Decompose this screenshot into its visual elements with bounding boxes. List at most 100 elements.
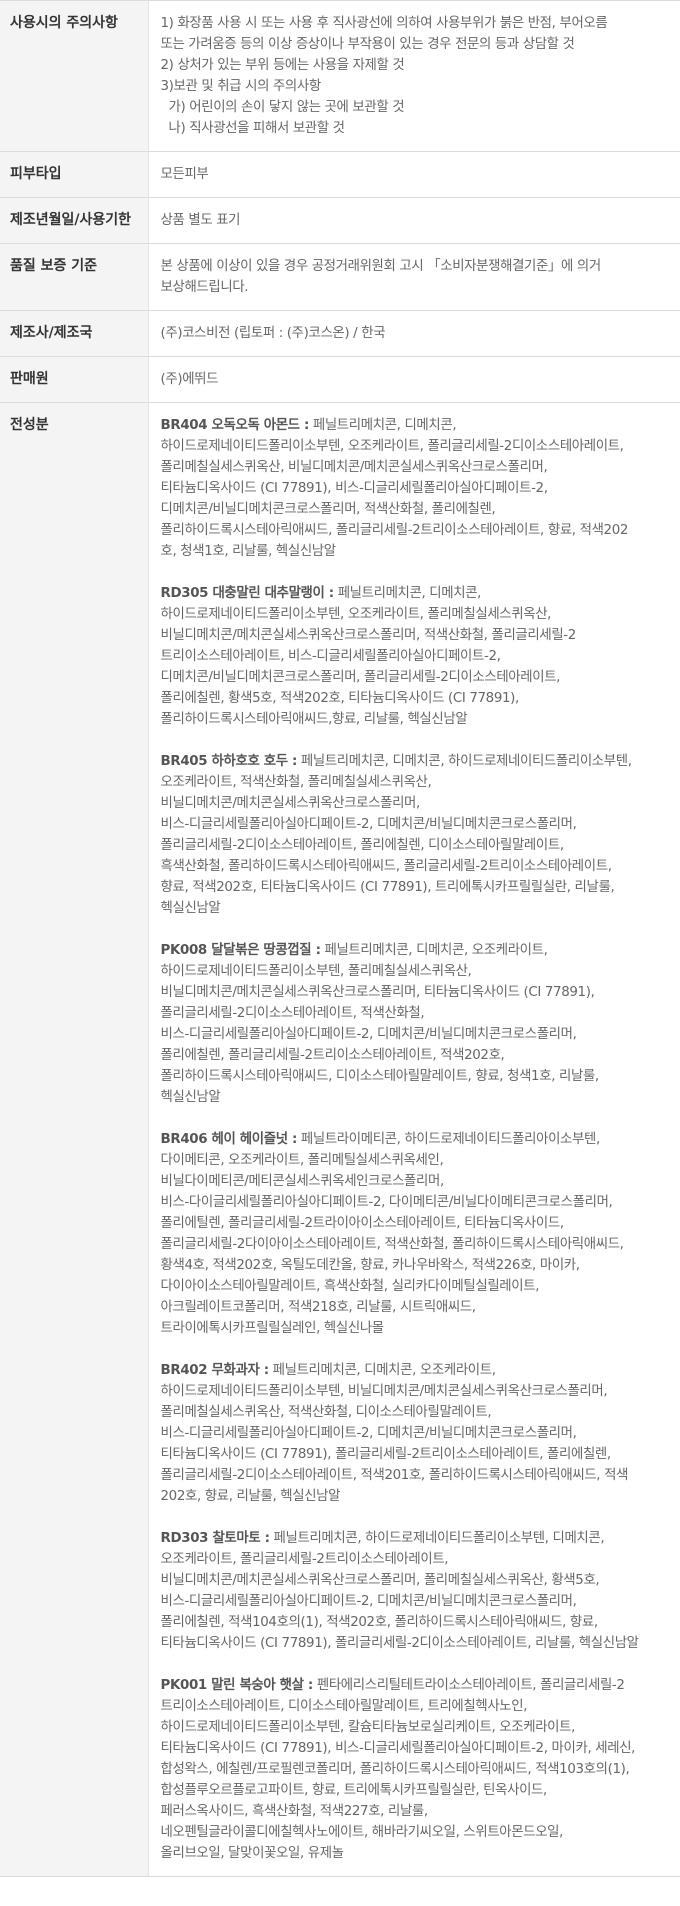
ingredient-line: 폴리하이드록시스테아릭애씨드, 디이소스테아릴말레이트, 향료, 청색1호, 리…	[160, 1069, 600, 1084]
ingredient-line: RD303 찰토마토 : 페닐트리메치콘, 하이드로제네이티드폴리이소부텐, 디…	[161, 1528, 671, 1549]
ingredient-line: 네오펜틸글라이콜디에칠헥사노에이트, 해바라기씨오일, 스위트아몬드오일,	[160, 1825, 564, 1840]
ingredient-line: 트라이에톡시카프릴릴실레인, 헥실신나몰	[160, 1321, 385, 1336]
ingredient-line: 폴리글리세릴-2디이소스테아레이트, 적색201호, 폴리하이드록시스테아릭애씨…	[160, 1468, 629, 1483]
product-name: RD305 대충말린 대추말랭이 :	[160, 586, 335, 601]
caution-line: 3)보관 및 취급 시의 주의사항	[160, 79, 322, 94]
ingredient-line: 디메치콘/비닐디메치콘크로스폴리머, 적색산화철, 폴리에칠렌,	[160, 502, 496, 517]
ingredient-line: 폴리메칠실세스퀴옥산, 적색산화철, 디이소스테아릴말레이트,	[160, 1405, 492, 1420]
ingredient-line: 합성왁스, 에칠렌/프로필렌코폴리머, 폴리하이드록시스테아릭애씨드, 적색10…	[160, 1762, 630, 1777]
value-skin-type: 모든피부	[147, 151, 680, 198]
ingredient-text: 페닐트리메치콘, 디메치콘,	[333, 586, 482, 601]
ingredient-product: BR404 오독오독 아몬드 : 페닐트리메치콘, 디메치콘, 하이드로제네이티드…	[161, 415, 671, 562]
label-manufacturer: 제조사/제조국	[0, 310, 148, 357]
ingredient-text: 페닐트리메치콘, 디메치콘, 오조케라이트,	[268, 1363, 496, 1378]
product-name: BR405 하하호호 호두 :	[160, 754, 298, 769]
ingredient-line: 폴리메칠실세스퀴옥산, 비닐디메치콘/메치콘실세스퀴옥산크로스폴리머,	[160, 460, 548, 475]
product-name: BR406 헤이 헤이즐넛 :	[160, 1132, 298, 1147]
ingredient-text: 페닐트리메치콘, 디메치콘,	[308, 418, 457, 433]
ingredient-line: 폴리글리세릴-2디이소스테아레이트, 적색산화철,	[160, 1006, 425, 1021]
ingredient-line: BR405 하하호호 호두 : 페닐트리메치콘, 디메치콘, 하이드로제네이티드…	[161, 751, 671, 772]
product-name: PK008 달달볶은 땅콩껍질 :	[160, 943, 321, 958]
value-manufacturer: (주)코스비전 (립토퍼 : (주)코스온) / 한국	[147, 310, 680, 357]
ingredient-line: 트리이소스테아레이트, 비스-디글리세릴폴리아실아디페이트-2,	[160, 649, 501, 664]
row-manufacturer: 제조사/제조국 (주)코스비전 (립토퍼 : (주)코스온) / 한국	[0, 310, 680, 357]
ingredient-line: 비닐디메치콘/메치콘실세스퀴옥산크로스폴리머, 폴리메칠실세스퀴옥산, 황색5호…	[160, 1573, 600, 1588]
ingredient-line: 폴리에칠렌, 폴리글리세릴-2트리이소스테아레이트, 적색202호,	[160, 1048, 505, 1063]
ingredient-line: 트리이소스테아레이트, 디이소스테아릴말레이트, 트리에칠헥사노인,	[160, 1699, 528, 1714]
ingredient-product: BR402 무화과자 : 페닐트리메치콘, 디메치콘, 오조케라이트, 하이드로제…	[161, 1360, 671, 1507]
ingredient-line: RD305 대충말린 대추말랭이 : 페닐트리메치콘, 디메치콘,	[161, 583, 671, 604]
ingredient-line: 비닐디메치콘/메치콘실세스퀴옥산크로스폴리머,	[160, 796, 421, 811]
label-usage-caution: 사용시의 주의사항	[0, 0, 148, 152]
value-seller: (주)에뛰드	[147, 356, 680, 403]
row-ingredients: 전성분 BR404 오독오독 아몬드 : 페닐트리메치콘, 디메치콘, 하이드로제…	[0, 402, 680, 1877]
ingredient-line: 202호, 향료, 리날룰, 헥실신남알	[160, 1489, 341, 1504]
value-usage-caution: 1) 화장품 사용 시 또는 사용 후 직사광선에 의하여 사용부위가 붉은 반…	[147, 0, 680, 152]
ingredient-line: 티타늄디옥사이드 (CI 77891), 폴리글리세릴-2디이소스테아레이트, …	[160, 1636, 640, 1651]
ingredient-line: 헥실신남알	[160, 901, 221, 916]
caution-line: 가) 어린이의 손이 닿지 않는 곳에 보관할 것	[168, 100, 405, 115]
ingredient-line: 하이드로제네이티드폴리이소부텐, 오조케라이트, 폴리글리세릴-2디이소스테아레…	[160, 439, 624, 454]
label-ingredients: 전성분	[0, 402, 148, 1877]
ingredient-line: 하이드로제네이티드폴리이소부텐, 오조케라이트, 폴리메칠실세스퀴옥산,	[160, 607, 552, 622]
ingredient-line: 비스-디글리세릴폴리아실아디페이트-2, 디메치콘/비닐디메치콘크로스폴리머,	[160, 1594, 577, 1609]
ingredient-line: 폴리하이드록시스테아릭애씨드,향료, 리날룰, 헥실신남알	[160, 712, 468, 727]
quality-line: 본 상품에 이상이 있을 경우 공정거래위원회 고시 「소비자분쟁해결기준」에 …	[160, 259, 602, 274]
value-ingredients: BR404 오독오독 아몬드 : 페닐트리메치콘, 디메치콘, 하이드로제네이티드…	[147, 402, 680, 1877]
ingredient-line: PK008 달달볶은 땅콩껍질 : 페닐트리메치콘, 디메치콘, 오조케라이트,	[161, 940, 671, 961]
ingredient-line: 비스-디글리세릴폴리아실아디페이트-2, 디메치콘/비닐디메치콘크로스폴리머,	[160, 1426, 577, 1441]
ingredient-line: 하이드로제네이티드폴리이소부텐, 비닐디메치콘/메치콘실세스퀴옥산크로스폴리머,	[160, 1384, 608, 1399]
ingredient-line: 페러스옥사이드, 흑색산화철, 적색227호, 리날룰,	[160, 1804, 429, 1819]
ingredient-line: BR406 헤이 헤이즐넛 : 페닐트라이메티콘, 하이드로제네이티드폴리아이소…	[161, 1129, 671, 1150]
ingredient-line: 헥실신남알	[160, 1090, 221, 1105]
ingredient-line: 오조케라이트, 폴리글리세릴-2트리이소스테아레이트,	[160, 1552, 449, 1567]
product-name: RD303 찰토마토 :	[160, 1531, 270, 1546]
ingredient-line: BR404 오독오독 아몬드 : 페닐트리메치콘, 디메치콘,	[161, 415, 671, 436]
ingredient-line: 다이아이소스테아릴말레이트, 흑색산화철, 실리카다이메틸실릴레이트,	[160, 1279, 540, 1294]
ingredient-line: 올리브오일, 달맞이꽃오일, 유제놀	[160, 1846, 345, 1861]
label-skin-type: 피부타입	[0, 151, 148, 198]
caution-line: 1) 화장품 사용 시 또는 사용 후 직사광선에 의하여 사용부위가 붉은 반…	[160, 16, 608, 31]
ingredient-line: 하이드로제네이티드폴리이소부텐, 칼슘티타늄보로실리케이트, 오조케라이트,	[160, 1720, 576, 1735]
ingredient-product: BR405 하하호호 호두 : 페닐트리메치콘, 디메치콘, 하이드로제네이티드…	[161, 751, 671, 919]
product-info-table: 사용시의 주의사항 1) 화장품 사용 시 또는 사용 후 직사광선에 의하여 …	[0, 0, 680, 1877]
ingredient-line: 흑색산화철, 폴리하이드록시스테아릭애씨드, 폴리글리세릴-2트리이소스테아레이…	[160, 859, 612, 874]
value-quality-standard: 본 상품에 이상이 있을 경우 공정거래위원회 고시 「소비자분쟁해결기준」에 …	[147, 243, 680, 311]
ingredient-line: 합성플루오르플로고파이트, 향료, 트리에톡시카프릴릴실란, 틴옥사이드,	[160, 1783, 548, 1798]
ingredient-line: BR402 무화과자 : 페닐트리메치콘, 디메치콘, 오조케라이트,	[161, 1360, 671, 1381]
row-manufacture-date: 제조년월일/사용기한 상품 별도 표기	[0, 197, 680, 244]
row-seller: 판매원 (주)에뛰드	[0, 356, 680, 403]
row-usage-caution: 사용시의 주의사항 1) 화장품 사용 시 또는 사용 후 직사광선에 의하여 …	[0, 0, 680, 152]
ingredient-line: 티타늄디옥사이드 (CI 77891), 비스-디글리세릴폴리아실아디페이트-2…	[160, 1741, 636, 1756]
ingredient-line: 비스-디글리세릴폴리아실아디페이트-2, 디메치콘/비닐디메치콘크로스폴리머,	[160, 817, 577, 832]
ingredient-text: 페닐트리메치콘, 디메치콘, 오조케라이트,	[320, 943, 548, 958]
ingredient-line: 아크릴레이트코폴리머, 적색218호, 리날룰, 시트릭애씨드,	[160, 1300, 477, 1315]
product-name: BR404 오독오독 아몬드 :	[160, 418, 310, 433]
ingredient-line: 오조케라이트, 적색산화철, 폴리메칠실세스퀴옥산,	[160, 775, 432, 790]
label-seller: 판매원	[0, 356, 148, 403]
label-manufacture-date: 제조년월일/사용기한	[0, 197, 148, 244]
ingredient-line: 황색4호, 적색202호, 옥틸도데칸올, 향료, 카나우바왁스, 적색226호…	[160, 1258, 581, 1273]
ingredient-line: 비닐다이메티콘/메티콘실세스퀴옥세인크로스폴리머,	[160, 1174, 445, 1189]
ingredient-line: 디메치콘/비닐디메치콘크로스폴리머, 폴리글리세릴-2디이소스테아레이트,	[160, 670, 561, 685]
ingredient-line: 비스-디글리세릴폴리아실아디페이트-2, 디메치콘/비닐디메치콘크로스폴리머,	[160, 1027, 577, 1042]
ingredient-line: 향료, 적색202호, 티타늄디옥사이드 (CI 77891), 트리에톡시카프…	[160, 880, 615, 895]
caution-line: 2) 상처가 있는 부위 등에는 사용을 자제할 것	[160, 58, 405, 73]
ingredient-line: 폴리하이드록시스테아릭애씨드, 폴리글리세릴-2트리이소스테아레이트, 향료, …	[160, 523, 629, 538]
ingredient-text: 페닐트라이메티콘, 하이드로제네이티드폴리아이소부텐,	[296, 1132, 600, 1147]
ingredient-product: RD305 대충말린 대추말랭이 : 페닐트리메치콘, 디메치콘, 하이드로제네이…	[161, 583, 671, 730]
ingredient-product: BR406 헤이 헤이즐넛 : 페닐트라이메티콘, 하이드로제네이티드폴리아이소…	[161, 1129, 671, 1339]
product-name: BR402 무화과자 :	[160, 1363, 270, 1378]
ingredient-line: 비스-다이글리세릴폴리아실아디페이트-2, 다이메티콘/비닐다이메티콘크로스폴리…	[160, 1195, 613, 1210]
ingredient-line: PK001 말린 복숭아 햇살 : 펜타에리스리틸테트라이소스테아레이트, 폴리…	[161, 1675, 671, 1696]
ingredient-line: 하이드로제네이티드폴리이소부텐, 폴리메칠실세스퀴옥산,	[160, 964, 472, 979]
quality-line: 보상해드립니다.	[160, 280, 249, 295]
ingredient-line: 폴리에칠렌, 황색5호, 적색202호, 티타늄디옥사이드 (CI 77891)…	[160, 691, 520, 706]
ingredient-line: 비닐디메치콘/메치콘실세스퀴옥산크로스폴리머, 티타늄디옥사이드 (CI 778…	[160, 985, 595, 1000]
ingredient-line: 폴리글리세릴-2다이아이소스테아레이트, 적색산화철, 폴리하이드록시스테아릭애…	[160, 1237, 624, 1252]
row-skin-type: 피부타입 모든피부	[0, 151, 680, 198]
value-manufacture-date: 상품 별도 표기	[147, 197, 680, 244]
ingredient-line: 폴리글리세릴-2디이소스테아레이트, 폴리에칠렌, 디이소스테아릴말레이트,	[160, 838, 565, 853]
ingredient-product: PK008 달달볶은 땅콩껍질 : 페닐트리메치콘, 디메치콘, 오조케라이트,…	[161, 940, 671, 1108]
ingredient-text: 페닐트리메치콘, 디메치콘, 하이드로제네이티드폴리이소부텐,	[296, 754, 632, 769]
